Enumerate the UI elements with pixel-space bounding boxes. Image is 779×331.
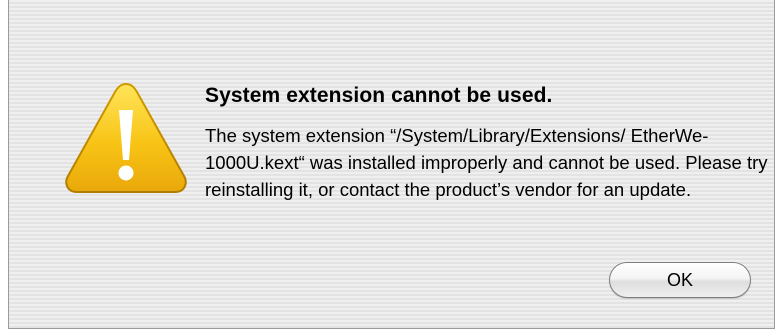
warning-icon: [65, 82, 187, 193]
dialog-message: The system extension “/System/Library/Ex…: [205, 125, 768, 200]
alert-dialog: System extension cannot be used. The sys…: [8, 0, 775, 329]
dialog-title: System extension cannot be used.: [205, 84, 553, 107]
ok-button[interactable]: OK: [609, 262, 751, 298]
dialog-title-strip: [9, 0, 774, 44]
